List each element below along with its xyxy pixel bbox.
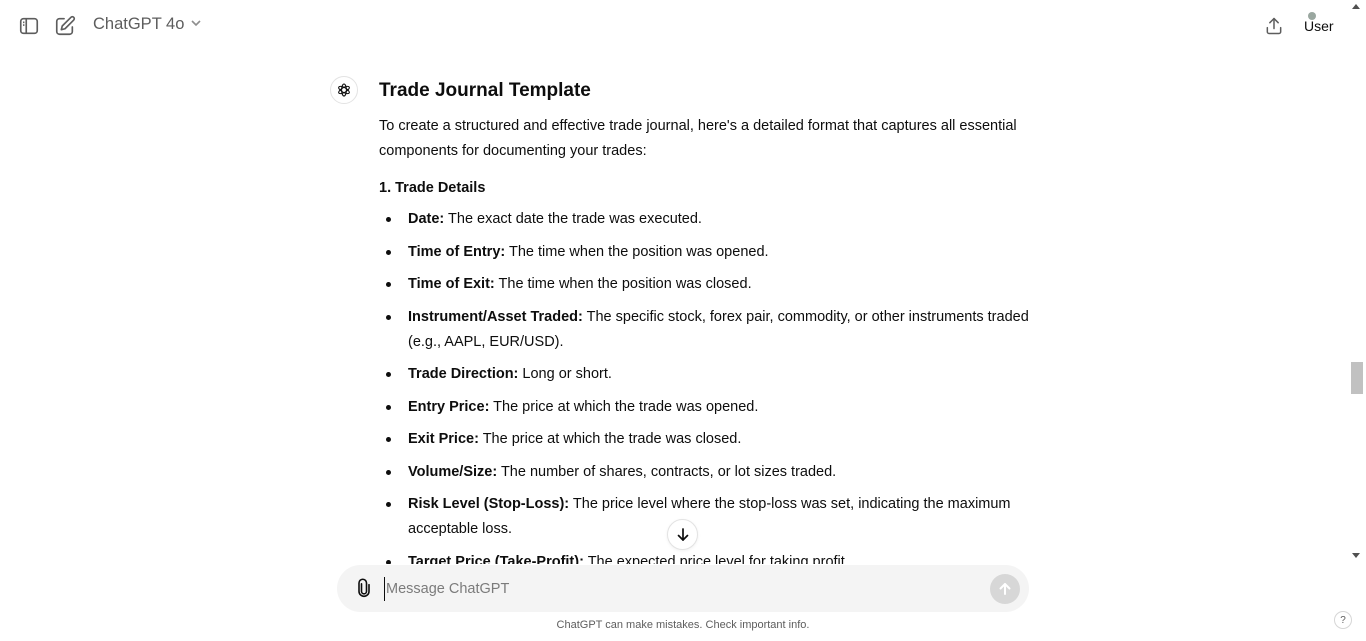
item-text: The exact date the trade was executed. (444, 211, 702, 227)
item-label: Exit Price: (408, 431, 479, 447)
item-label: Trade Direction: (408, 366, 519, 382)
scroll-down-arrow-icon[interactable] (1352, 553, 1360, 558)
message-input[interactable] (384, 577, 974, 601)
arrow-down-icon (677, 527, 688, 541)
send-button[interactable] (990, 574, 1020, 604)
item-label: Entry Price: (408, 398, 490, 415)
item-text: The time when the position was opened. (505, 243, 769, 260)
disclaimer-text: ChatGPT can make mistakes. Check importa… (556, 619, 810, 631)
item-label: Instrument/Asset Traded: (408, 308, 583, 325)
top-header: ChatGPT 4o User (0, 0, 1349, 52)
paperclip-icon[interactable] (353, 577, 375, 599)
item-text: The time when the position was closed. (494, 276, 752, 292)
new-chat-icon[interactable] (53, 14, 77, 38)
message-intro: To create a structured and effective tra… (379, 118, 1017, 159)
item-label: Volume/Size: (408, 463, 498, 480)
user-avatar[interactable]: User (1300, 12, 1334, 40)
item-label: Date: (408, 211, 445, 227)
message-heading: Trade Journal Template (379, 80, 591, 101)
model-name: ChatGPT 4o (93, 15, 185, 33)
chevron-down-icon (190, 15, 202, 34)
item-text: The number of shares, contracts, or lot … (497, 463, 837, 480)
sidebar-toggle-icon[interactable] (17, 14, 41, 38)
list-item: Trade Direction: Long or short. (379, 362, 1029, 387)
item-text: Long or short. (518, 366, 612, 382)
item-text: The price at which the trade was closed. (478, 431, 742, 447)
list-item: Entry Price: The price at which the trad… (379, 395, 1029, 420)
scroll-to-bottom-button[interactable] (667, 519, 698, 550)
list-item: Target Price (Take-Profit): The expected… (379, 550, 1029, 565)
item-label: Target Price (Take-Profit): (408, 553, 584, 565)
help-button[interactable]: ? (1334, 611, 1352, 629)
arrow-up-icon (999, 583, 1011, 595)
list-item: Instrument/Asset Traded: The specific st… (379, 305, 1029, 355)
list-item: Time of Exit: The time when the position… (379, 272, 1029, 297)
user-label: User (1304, 18, 1334, 34)
item-text: The expected price level for taking prof… (583, 553, 849, 565)
item-label: Time of Exit: (408, 276, 495, 292)
scrollbar-thumb[interactable] (1351, 362, 1363, 394)
section-title: 1. Trade Details (379, 180, 486, 196)
model-selector[interactable]: ChatGPT 4o (93, 15, 202, 34)
item-label: Time of Entry: (408, 243, 506, 260)
list-item: Risk Level (Stop-Loss): The price level … (379, 492, 1029, 542)
list-item: Date: The exact date the trade was execu… (379, 207, 1029, 232)
share-icon[interactable] (1262, 14, 1286, 38)
message-content: Trade Journal Template To create a struc… (379, 76, 1029, 564)
list-item: Time of Entry: The time when the positio… (379, 240, 1029, 265)
message-composer (337, 565, 1029, 612)
page-scrollbar[interactable] (1349, 0, 1366, 564)
item-label: Risk Level (Stop-Loss): (408, 496, 570, 512)
scroll-up-arrow-icon[interactable] (1352, 4, 1360, 9)
list-item: Exit Price: The price at which the trade… (379, 427, 1029, 452)
trade-details-list: Date: The exact date the trade was execu… (379, 207, 1029, 564)
item-text: The price at which the trade was opened. (489, 398, 759, 415)
list-item: Volume/Size: The number of shares, contr… (379, 460, 1029, 485)
chatgpt-logo-icon (330, 76, 358, 104)
conversation-area: Trade Journal Template To create a struc… (0, 52, 1349, 564)
